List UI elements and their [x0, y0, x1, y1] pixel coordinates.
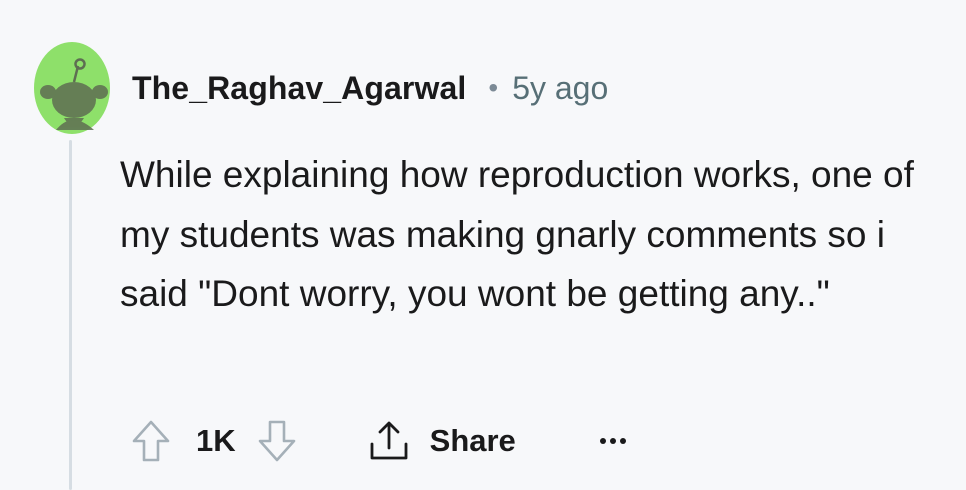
share-button[interactable]: Share — [366, 418, 516, 464]
more-options-button[interactable] — [599, 416, 630, 466]
downvote-button[interactable] — [254, 416, 300, 466]
comment-age: 5y ago — [512, 69, 609, 106]
thread-line[interactable] — [69, 140, 72, 490]
comment-card: The_Raghav_Agarwal • 5y ago While explai… — [0, 0, 966, 490]
comment-body: While explaining how reproduction works,… — [120, 154, 914, 314]
upvote-button[interactable] — [128, 416, 174, 466]
upvote-arrow-icon — [132, 420, 170, 462]
comment-actions: 1K Share — [128, 412, 630, 470]
author-username[interactable]: The_Raghav_Agarwal — [132, 70, 466, 107]
more-options-icon — [599, 438, 606, 444]
downvote-arrow-icon — [258, 420, 295, 462]
comment-meta: The_Raghav_Agarwal • 5y ago — [132, 66, 608, 110]
share-label: Share — [429, 423, 516, 458]
meta-separator: • — [488, 72, 499, 103]
vote-score: 1K — [196, 423, 236, 458]
snoo-avatar-icon — [34, 42, 110, 134]
avatar[interactable] — [34, 38, 110, 134]
share-icon — [370, 421, 408, 460]
